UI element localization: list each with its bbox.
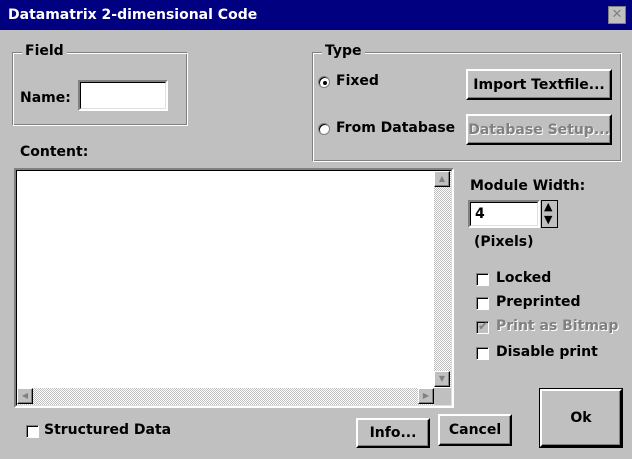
name-label: Name:: [20, 90, 71, 106]
spin-down-icon[interactable]: ▼: [544, 214, 552, 226]
window-title: Datamatrix 2-dimensional Code: [8, 7, 258, 23]
check-icon: ✔: [478, 319, 489, 333]
locked-label[interactable]: Locked: [496, 270, 551, 286]
database-setup-button: Database Setup...: [466, 114, 612, 145]
import-textfile-button[interactable]: Import Textfile...: [466, 69, 612, 100]
module-width-value: 4: [475, 206, 485, 222]
scrollbar-corner: [434, 388, 451, 405]
content-textarea[interactable]: ▲ ▼ ◀ ▶: [14, 168, 454, 408]
locked-checkbox[interactable]: [476, 273, 489, 286]
preprinted-checkbox[interactable]: [476, 297, 489, 310]
preprinted-label[interactable]: Preprinted: [496, 294, 581, 310]
vertical-scrollbar[interactable]: ▲ ▼: [434, 171, 451, 387]
from-database-label[interactable]: From Database: [336, 120, 455, 136]
print-as-bitmap-checkbox: ✔: [476, 319, 489, 334]
title-bar: Datamatrix 2-dimensional Code ✕: [0, 0, 632, 30]
print-as-bitmap-label: Print as Bitmap: [496, 318, 619, 334]
scroll-down-icon[interactable]: ▼: [434, 371, 450, 387]
scroll-left-icon[interactable]: ◀: [17, 388, 33, 404]
content-label: Content:: [20, 144, 89, 160]
scroll-right-icon[interactable]: ▶: [418, 388, 434, 404]
module-width-spinner[interactable]: ▲ ▼: [541, 200, 558, 228]
fixed-label[interactable]: Fixed: [336, 73, 379, 89]
close-icon[interactable]: ✕: [608, 6, 626, 24]
structured-data-checkbox[interactable]: [26, 425, 39, 438]
scroll-up-icon[interactable]: ▲: [434, 171, 450, 187]
module-width-label: Module Width:: [470, 178, 586, 194]
structured-data-label[interactable]: Structured Data: [44, 422, 171, 438]
name-input[interactable]: [78, 80, 168, 111]
horizontal-scrollbar[interactable]: ◀ ▶: [17, 388, 434, 405]
field-group-legend: Field: [22, 43, 67, 59]
spin-up-icon[interactable]: ▲: [544, 201, 552, 213]
from-database-radio[interactable]: [318, 123, 330, 135]
ok-button[interactable]: Ok: [539, 388, 623, 448]
cancel-button[interactable]: Cancel: [438, 414, 512, 446]
disable-print-label[interactable]: Disable print: [496, 344, 598, 360]
fixed-radio[interactable]: [318, 76, 330, 88]
type-group-legend: Type: [322, 43, 365, 59]
module-width-unit: (Pixels): [474, 234, 534, 250]
fixed-radio-dot: [323, 81, 327, 85]
module-width-input[interactable]: 4: [468, 200, 540, 228]
info-button[interactable]: Info...: [356, 418, 430, 448]
disable-print-checkbox[interactable]: [476, 347, 489, 360]
